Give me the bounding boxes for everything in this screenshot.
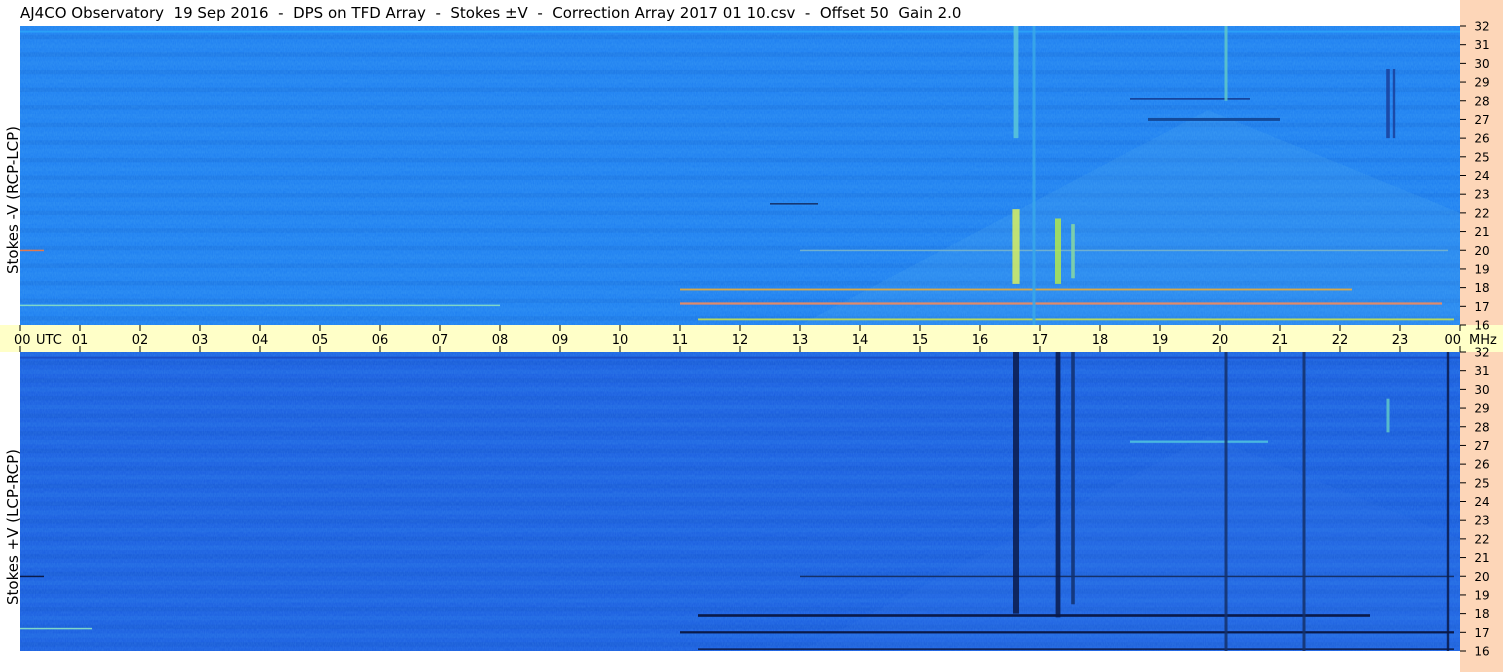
vertical-feature	[1055, 352, 1061, 618]
vertical-feature	[1392, 68, 1396, 139]
horizontal-feature	[20, 575, 44, 578]
vertical-feature	[1013, 26, 1019, 139]
freq-tick-label: 19	[1474, 588, 1489, 602]
time-tick-label: 18	[1092, 333, 1109, 348]
freq-tick-label: 31	[1474, 38, 1489, 52]
vertical-feature	[1012, 209, 1020, 284]
freq-tick-label: 26	[1474, 458, 1489, 472]
vertical-feature	[1386, 68, 1390, 139]
freq-tick-label: 27	[1474, 439, 1489, 453]
horizontal-feature	[680, 288, 1352, 291]
vertical-feature	[1224, 352, 1228, 651]
horizontal-feature	[1130, 98, 1250, 100]
time-tick-label: 10	[612, 333, 629, 348]
vertical-feature	[1013, 352, 1019, 614]
freq-tick-label: 27	[1474, 113, 1489, 127]
freq-tick-label: 25	[1474, 476, 1489, 490]
horizontal-feature	[770, 203, 818, 205]
freq-unit-label: MHz	[1469, 333, 1497, 348]
vertical-feature	[1071, 352, 1075, 605]
freq-tick-label: 29	[1474, 402, 1489, 416]
time-tick-label: 20	[1212, 333, 1229, 348]
freq-tick-label: 22	[1474, 206, 1489, 220]
vertical-feature	[1071, 224, 1075, 279]
time-tick-label: 21	[1272, 333, 1289, 348]
time-tick-label: 17	[1032, 333, 1049, 348]
freq-tick-label: 19	[1474, 262, 1489, 276]
freq-tick-label: 26	[1474, 132, 1489, 146]
time-tick-label: 19	[1152, 333, 1169, 348]
freq-tick-label: 30	[1474, 57, 1489, 71]
freq-tick-label: 17	[1474, 626, 1489, 640]
freq-tick-label: 20	[1474, 570, 1489, 584]
horizontal-feature	[800, 575, 1454, 578]
vertical-feature	[1446, 352, 1450, 651]
freq-tick-label: 21	[1474, 225, 1489, 239]
horizontal-feature	[800, 249, 1448, 252]
horizontal-feature	[1130, 440, 1268, 443]
vertical-feature	[1032, 26, 1036, 325]
freq-tick-label: 16	[1474, 645, 1489, 659]
freq-tick-label: 23	[1474, 514, 1489, 528]
horizontal-feature	[20, 304, 500, 307]
time-tick-label: 02	[132, 333, 149, 348]
time-tick-label: 13	[792, 333, 809, 348]
freq-tick-label: 29	[1474, 76, 1489, 90]
freq-tick-label: 16	[1474, 319, 1489, 333]
time-tick-label: 14	[852, 333, 869, 348]
freq-tick-label: 28	[1474, 420, 1489, 434]
freq-tick-label: 20	[1474, 244, 1489, 258]
time-tick-label: 08	[492, 333, 509, 348]
horizontal-feature	[1148, 117, 1280, 121]
time-tick-label: 22	[1332, 333, 1349, 348]
time-tick-label: 00	[1444, 333, 1461, 348]
freq-tick-label: 24	[1474, 495, 1489, 509]
time-tick-label: 07	[432, 333, 449, 348]
freq-tick-label: 21	[1474, 551, 1489, 565]
freq-tick-label: 18	[1474, 607, 1489, 621]
time-tick-label: 05	[312, 333, 329, 348]
time-tick-label: 23	[1392, 333, 1409, 348]
time-tick-label: 04	[252, 333, 269, 348]
horizontal-feature	[20, 249, 44, 252]
spectrogram-chart: 16 17 18 19 20 21 22 23 24 25 26 27 28 29 30 31 32 16 17 18…	[0, 0, 1503, 672]
time-tick-label: 03	[192, 333, 209, 348]
time-tick-label: 06	[372, 333, 389, 348]
time-tick-label: 11	[672, 333, 689, 348]
freq-tick-label: 28	[1474, 94, 1489, 108]
time-tick-label: 12	[732, 333, 749, 348]
freq-tick-label: 31	[1474, 364, 1489, 378]
time-tick-label: 01	[72, 333, 89, 348]
horizontal-feature	[698, 318, 1454, 321]
freq-tick-label: 23	[1474, 188, 1489, 202]
vertical-feature	[1302, 352, 1306, 651]
vertical-feature	[1055, 218, 1061, 284]
panel-0	[20, 26, 1460, 325]
time-tick-label: 09	[552, 333, 569, 348]
time-tick-label: 16	[972, 333, 989, 348]
freq-tick-label: 17	[1474, 300, 1489, 314]
horizontal-feature	[680, 631, 1454, 634]
freq-tick-label: 24	[1474, 169, 1489, 183]
horizontal-feature	[20, 30, 1460, 33]
horizontal-feature	[20, 627, 92, 630]
freq-tick-label: 18	[1474, 281, 1489, 295]
horizontal-feature	[20, 356, 1460, 359]
vertical-feature	[1386, 398, 1390, 433]
time-unit-label: UTC	[36, 333, 62, 348]
panel-1	[20, 352, 1460, 651]
freq-tick-label: 25	[1474, 150, 1489, 164]
freq-tick-label: 22	[1474, 532, 1489, 546]
horizontal-feature	[698, 614, 1370, 617]
freq-tick-label: 30	[1474, 383, 1489, 397]
freq-tick-label: 32	[1474, 20, 1489, 34]
time-tick-label: 00	[14, 333, 31, 348]
time-tick-label: 15	[912, 333, 929, 348]
horizontal-feature	[680, 302, 1442, 305]
horizontal-feature	[698, 648, 1454, 650]
vertical-feature	[1224, 26, 1228, 101]
